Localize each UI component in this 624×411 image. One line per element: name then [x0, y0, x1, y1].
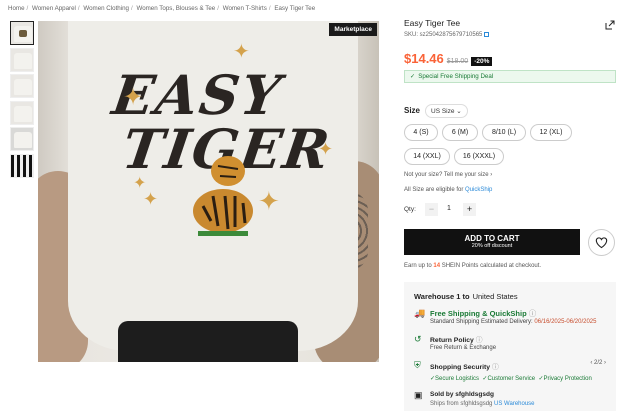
breadcrumb-women-tshirts[interactable]: Women T-Shirts: [223, 5, 267, 12]
return-policy-sub: Free Return & Exchange: [430, 345, 497, 351]
add-to-cart-sublabel: 20% off discount: [471, 243, 513, 249]
chevron-down-icon: ⌄: [456, 108, 462, 115]
info-icon[interactable]: ⓘ: [492, 364, 499, 371]
ships-from: Ships from sfghldsgsdg US Warehouse: [430, 401, 535, 407]
warehouse-row: Warehouse 1 to United States: [414, 292, 518, 301]
breadcrumb-women-apparel[interactable]: Women Apparel: [32, 5, 76, 12]
chevron-left-icon[interactable]: ‹: [590, 360, 592, 366]
shopping-security-text: Shopping Security: [430, 364, 491, 371]
shipping-info-panel: Warehouse 1 to United States 🚚 Free Shipp…: [404, 282, 616, 411]
breadcrumb-women-clothing[interactable]: Women Clothing: [83, 5, 129, 12]
security-tag: Privacy Protection: [543, 376, 592, 382]
shipping-estimate-label: Standard Shipping Estimated Delivery:: [430, 319, 533, 325]
shield-icon: ⛨: [414, 360, 421, 370]
shipping-deal-text: Special Free Shipping Deal: [418, 73, 494, 80]
shopping-security-title[interactable]: Shopping Security ⓘ: [430, 361, 499, 371]
original-price: $18.00: [446, 58, 469, 65]
us-warehouse-label: US Warehouse: [494, 401, 535, 407]
quickship-link[interactable]: QuickShip: [465, 187, 492, 193]
thumbnail-5[interactable]: [10, 127, 34, 151]
breadcrumb-home[interactable]: Home: [8, 5, 25, 12]
shipping-dates: 06/16/2025-06/20/2025: [534, 319, 597, 325]
warehouse-label: Warehouse 1 to: [414, 292, 470, 301]
quantity-increase-button[interactable]: +: [463, 203, 476, 216]
points-prefix: Earn up to: [404, 263, 432, 269]
heart-icon: [595, 237, 608, 249]
size-system-value: US Size: [431, 108, 455, 115]
thumbnail-1[interactable]: [10, 21, 34, 45]
ships-from-text: Ships from sfghldsgsdg: [430, 401, 493, 407]
sku-text: SKU: sz25042875679710565: [404, 32, 483, 39]
quantity-value[interactable]: 1: [447, 205, 451, 212]
size-option-14xxl[interactable]: 14 (XXL): [404, 148, 450, 165]
shipping-estimate: Standard Shipping Estimated Delivery: 06…: [430, 319, 596, 325]
truck-icon: 🚚: [414, 308, 426, 318]
wishlist-heart-button[interactable]: [588, 229, 615, 256]
points-suffix: SHEIN Points calculated at checkout.: [441, 263, 542, 269]
size-option-16xxxl[interactable]: 16 (XXXL): [454, 148, 504, 165]
store-icon: ▣: [414, 390, 423, 400]
security-tag: Customer Service: [487, 376, 536, 382]
return-policy-title[interactable]: Return Policy ⓘ: [430, 334, 483, 344]
shipping-title-text: Free Shipping & QuickShip: [430, 309, 527, 318]
points-count: 14: [433, 263, 441, 269]
thumbnail-strip: [10, 21, 36, 180]
price-row: $14.46 $18.00 -20%: [404, 51, 493, 66]
return-icon: ↺: [414, 334, 422, 344]
share-icon[interactable]: [605, 20, 615, 30]
shipping-title: Free Shipping & QuickShip ⓘ: [430, 308, 536, 319]
size-help-text: Not your size? Tell me your size: [404, 172, 489, 178]
breadcrumb-current: Easy Tiger Tee: [274, 5, 316, 12]
quickship-note: All Size are eligible for QuickShip: [404, 187, 492, 193]
shorts: [118, 321, 298, 362]
chevron-right-icon: ›: [490, 172, 493, 178]
thumbnail-6[interactable]: [10, 153, 34, 178]
size-option-6m[interactable]: 6 (M): [442, 124, 478, 141]
info-icon[interactable]: ⓘ: [529, 309, 537, 318]
tiger-graphic-icon: [193, 156, 253, 236]
chevron-right-icon[interactable]: ›: [604, 360, 606, 366]
security-pager-count: 2/2: [593, 360, 603, 366]
return-policy-text: Return Policy: [430, 337, 474, 344]
copy-icon[interactable]: [484, 32, 490, 37]
size-option-12xl[interactable]: 12 (XL): [530, 124, 572, 141]
security-tag: Secure Logistics: [435, 376, 480, 382]
thumbnail-2[interactable]: [10, 47, 34, 72]
main-product-image[interactable]: EASY TIGER ✦ ✦ ✦ ✦ ✦ ✦ Marketplace: [38, 21, 379, 362]
sold-by[interactable]: Sold by sfghldsgsdg: [430, 391, 494, 398]
quantity-decrease-button[interactable]: −: [425, 203, 438, 216]
quickship-note-text: All Size are eligible for: [404, 187, 464, 193]
thumbnail-3[interactable]: [10, 74, 34, 98]
product-info: Easy Tiger Tee: [404, 18, 616, 28]
current-price: $14.46: [404, 51, 444, 66]
add-to-cart-button[interactable]: ADD TO CART 20% off discount: [404, 229, 580, 255]
breadcrumb-women-tops[interactable]: Women Tops, Blouses & Tee: [136, 5, 215, 12]
marketplace-badge: Marketplace: [329, 23, 377, 36]
points-note: Earn up to 14 SHEIN Points calculated at…: [404, 263, 541, 269]
warehouse-destination[interactable]: United States: [473, 292, 518, 301]
size-system-select[interactable]: US Size ⌄: [425, 104, 468, 118]
free-shipping-deal-banner: ✓ Special Free Shipping Deal: [404, 70, 616, 83]
breadcrumb: Home / Women Apparel / Women Clothing / Wom…: [8, 5, 316, 12]
size-help-link[interactable]: Not your size? Tell me your size ›: [404, 172, 492, 178]
product-title: Easy Tiger Tee: [404, 18, 461, 28]
size-option-4s[interactable]: 4 (S): [404, 124, 438, 141]
size-label: Size: [404, 106, 421, 115]
thumbnail-4[interactable]: [10, 100, 34, 125]
quantity-label: Qty:: [404, 206, 416, 213]
star-icon: ✦: [318, 139, 334, 159]
check-icon: ✓: [410, 73, 416, 80]
security-pager[interactable]: ‹ 2/2 ›: [590, 360, 606, 366]
sku: SKU: sz25042875679710565: [404, 32, 490, 39]
star-icon: ✦: [143, 189, 159, 209]
security-tags: ✓Secure Logistics ✓Customer Service ✓Pri…: [430, 376, 592, 382]
add-to-cart-label: ADD TO CART: [464, 234, 520, 243]
info-icon[interactable]: ⓘ: [476, 337, 483, 344]
star-icon: ✦: [233, 41, 250, 63]
star-icon: ✦: [123, 84, 144, 111]
discount-badge: -20%: [471, 57, 493, 66]
size-option-8-10l[interactable]: 8/10 (L): [482, 124, 526, 141]
